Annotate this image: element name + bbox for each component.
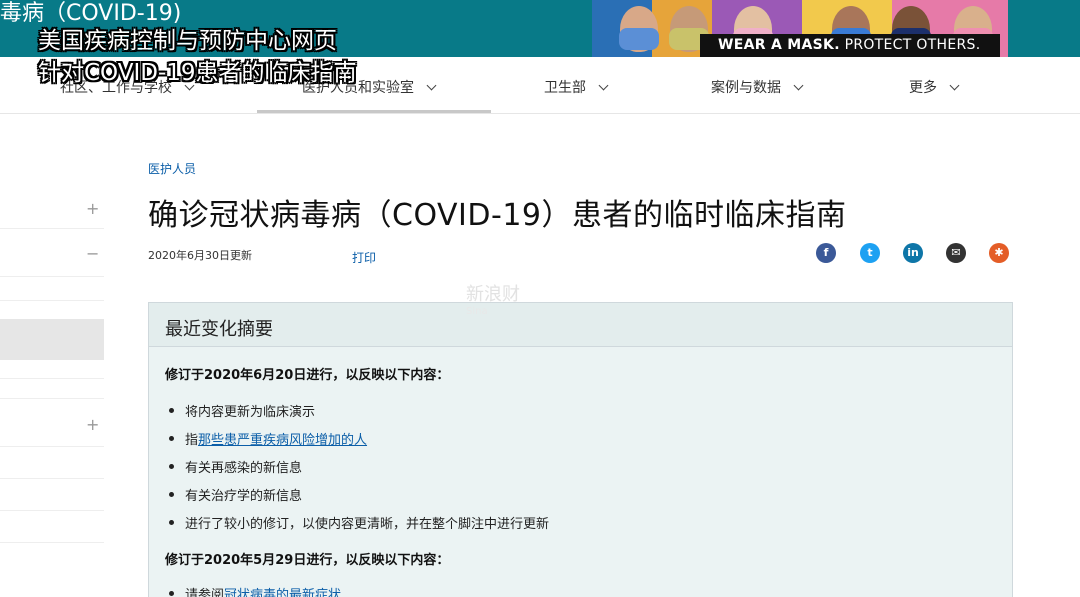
sidebar-item-selected[interactable]	[0, 319, 104, 360]
linkedin-icon[interactable]: in	[903, 243, 923, 263]
facebook-icon[interactable]: f	[816, 243, 836, 263]
sidebar-expand-icon[interactable]: +	[86, 199, 99, 218]
sidebar-expand-icon[interactable]: +	[86, 415, 99, 434]
video-caption-line2: 针对COVID-19患者的临床指南	[38, 60, 357, 86]
nav-item-more[interactable]: 更多	[909, 77, 960, 97]
banner-slogan: WEAR A MASK. PROTECT OTHERS.	[700, 34, 1000, 57]
nav-item-health-dept[interactable]: 卫生部	[544, 77, 609, 97]
revision-heading: 修订于2020年6月20日进行，以反映以下内容：	[165, 368, 450, 383]
list-item: 进行了较小的修订，以使内容更清晰，并在整个脚注中进行更新	[169, 513, 549, 532]
summary-box: 最近变化摘要 修订于2020年6月20日进行，以反映以下内容： 将内容更新为临床…	[148, 302, 1013, 597]
watermark: 新浪财 Sina	[466, 284, 520, 317]
list-item: 将内容更新为临床演示	[169, 401, 315, 420]
syndicate-icon[interactable]: ✱	[989, 243, 1009, 263]
page-title: 确诊冠状病毒病（COVID-19）患者的临时临床指南	[148, 198, 847, 233]
high-risk-link[interactable]: 那些患严重疾病风险增加的人	[198, 433, 367, 448]
symptoms-link[interactable]: 冠状病毒的最新症状	[224, 588, 341, 597]
breadcrumb[interactable]: 医护人员	[148, 160, 196, 177]
revision-heading: 修订于2020年5月29日进行，以反映以下内容：	[165, 553, 450, 568]
chevron-down-icon	[949, 80, 960, 91]
print-link[interactable]: 打印	[352, 249, 376, 266]
nav-item-cases-data[interactable]: 案例与数据	[711, 77, 804, 97]
banner-title: 毒病（COVID-19)	[0, 1, 182, 26]
chevron-down-icon	[598, 80, 609, 91]
list-item: 有关治疗学的新信息	[169, 485, 302, 504]
twitter-icon[interactable]: t	[860, 243, 880, 263]
summary-header: 最近变化摘要	[149, 303, 1012, 347]
chevron-down-icon	[793, 80, 804, 91]
list-item: 指那些患严重疾病风险增加的人	[169, 429, 367, 448]
chevron-down-icon	[426, 80, 437, 91]
nav-active-indicator	[257, 110, 491, 113]
sidebar-collapse-icon[interactable]: −	[86, 244, 99, 263]
list-item: 请参阅冠状病毒的最新症状	[169, 584, 341, 597]
video-caption-line1: 美国疾病控制与预防中心网页	[38, 28, 337, 54]
summary-title: 最近变化摘要	[165, 319, 273, 340]
updated-date: 2020年6月30日更新	[148, 249, 252, 262]
list-item: 有关再感染的新信息	[169, 457, 302, 476]
email-icon[interactable]: ✉	[946, 243, 966, 263]
